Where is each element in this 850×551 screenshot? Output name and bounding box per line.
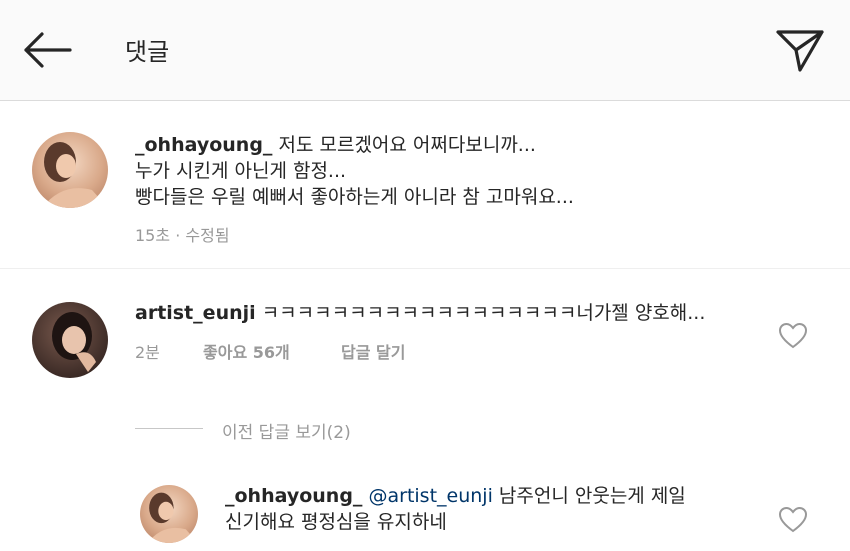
heart-outline-icon	[778, 506, 808, 533]
back-button[interactable]	[20, 28, 76, 72]
comment-text: artist_eunji ㅋㅋㅋㅋㅋㅋㅋㅋㅋㅋㅋㅋㅋㅋㅋㅋㅋㅋ너가젤 양호해..…	[135, 300, 705, 326]
avatar[interactable]	[32, 132, 108, 208]
comment-line: 누가 시킨게 아닌게 함정...	[135, 160, 347, 182]
heart-outline-icon	[778, 322, 808, 349]
meta-separator: ·	[175, 226, 181, 245]
comment-time: 15초	[135, 226, 171, 245]
likes-label: 좋아요 56개	[203, 343, 290, 362]
like-button[interactable]	[778, 506, 808, 534]
comment-meta: 15초 · 수정됨	[135, 222, 230, 246]
top-bar: 댓글	[0, 0, 850, 101]
reply-body: 남주언니 안웃는게 제일	[498, 485, 686, 507]
arrow-left-icon	[24, 32, 72, 68]
comment-line: 빵다들은 우릴 예뻐서 좋아하는게 아니라 참 고마워요...	[135, 186, 574, 208]
edited-label: 수정됨	[185, 226, 230, 245]
reply-text: _ohhayoung_ @artist_eunji 남주언니 안웃는게 제일	[225, 483, 686, 509]
reply-username[interactable]: _ohhayoung_	[225, 485, 362, 507]
send-button[interactable]	[772, 24, 828, 76]
mention-link[interactable]: @artist_eunji	[368, 485, 492, 507]
divider	[0, 268, 850, 269]
paper-plane-icon	[776, 30, 824, 72]
view-replies-line	[135, 428, 203, 429]
reply-button[interactable]: 답글 달기	[341, 339, 405, 363]
view-replies-button[interactable]: 이전 답글 보기(2)	[222, 418, 351, 443]
comment-username[interactable]: _ohhayoung_	[135, 134, 272, 156]
comment-body: ㅋㅋㅋㅋㅋㅋㅋㅋㅋㅋㅋㅋㅋㅋㅋㅋㅋㅋ너가젤 양호해...	[261, 302, 706, 324]
like-button[interactable]	[778, 322, 808, 350]
comment-time: 2분	[135, 343, 160, 362]
comment-line: 저도 모르겠어요 어쩌다보니까...	[278, 134, 536, 156]
comment-text: _ohhayoung_ 저도 모르겠어요 어쩌다보니까...	[135, 132, 536, 158]
avatar[interactable]	[140, 485, 198, 543]
page-title: 댓글	[125, 38, 170, 66]
likes-count[interactable]: 좋아요 56개	[203, 339, 290, 363]
reply-label: 답글 달기	[341, 343, 406, 362]
avatar[interactable]	[32, 302, 108, 378]
reply-body: 신기해요 평정심을 유지하네	[225, 511, 447, 533]
comment-username[interactable]: artist_eunji	[135, 302, 256, 324]
comment-meta: 2분	[135, 339, 160, 363]
